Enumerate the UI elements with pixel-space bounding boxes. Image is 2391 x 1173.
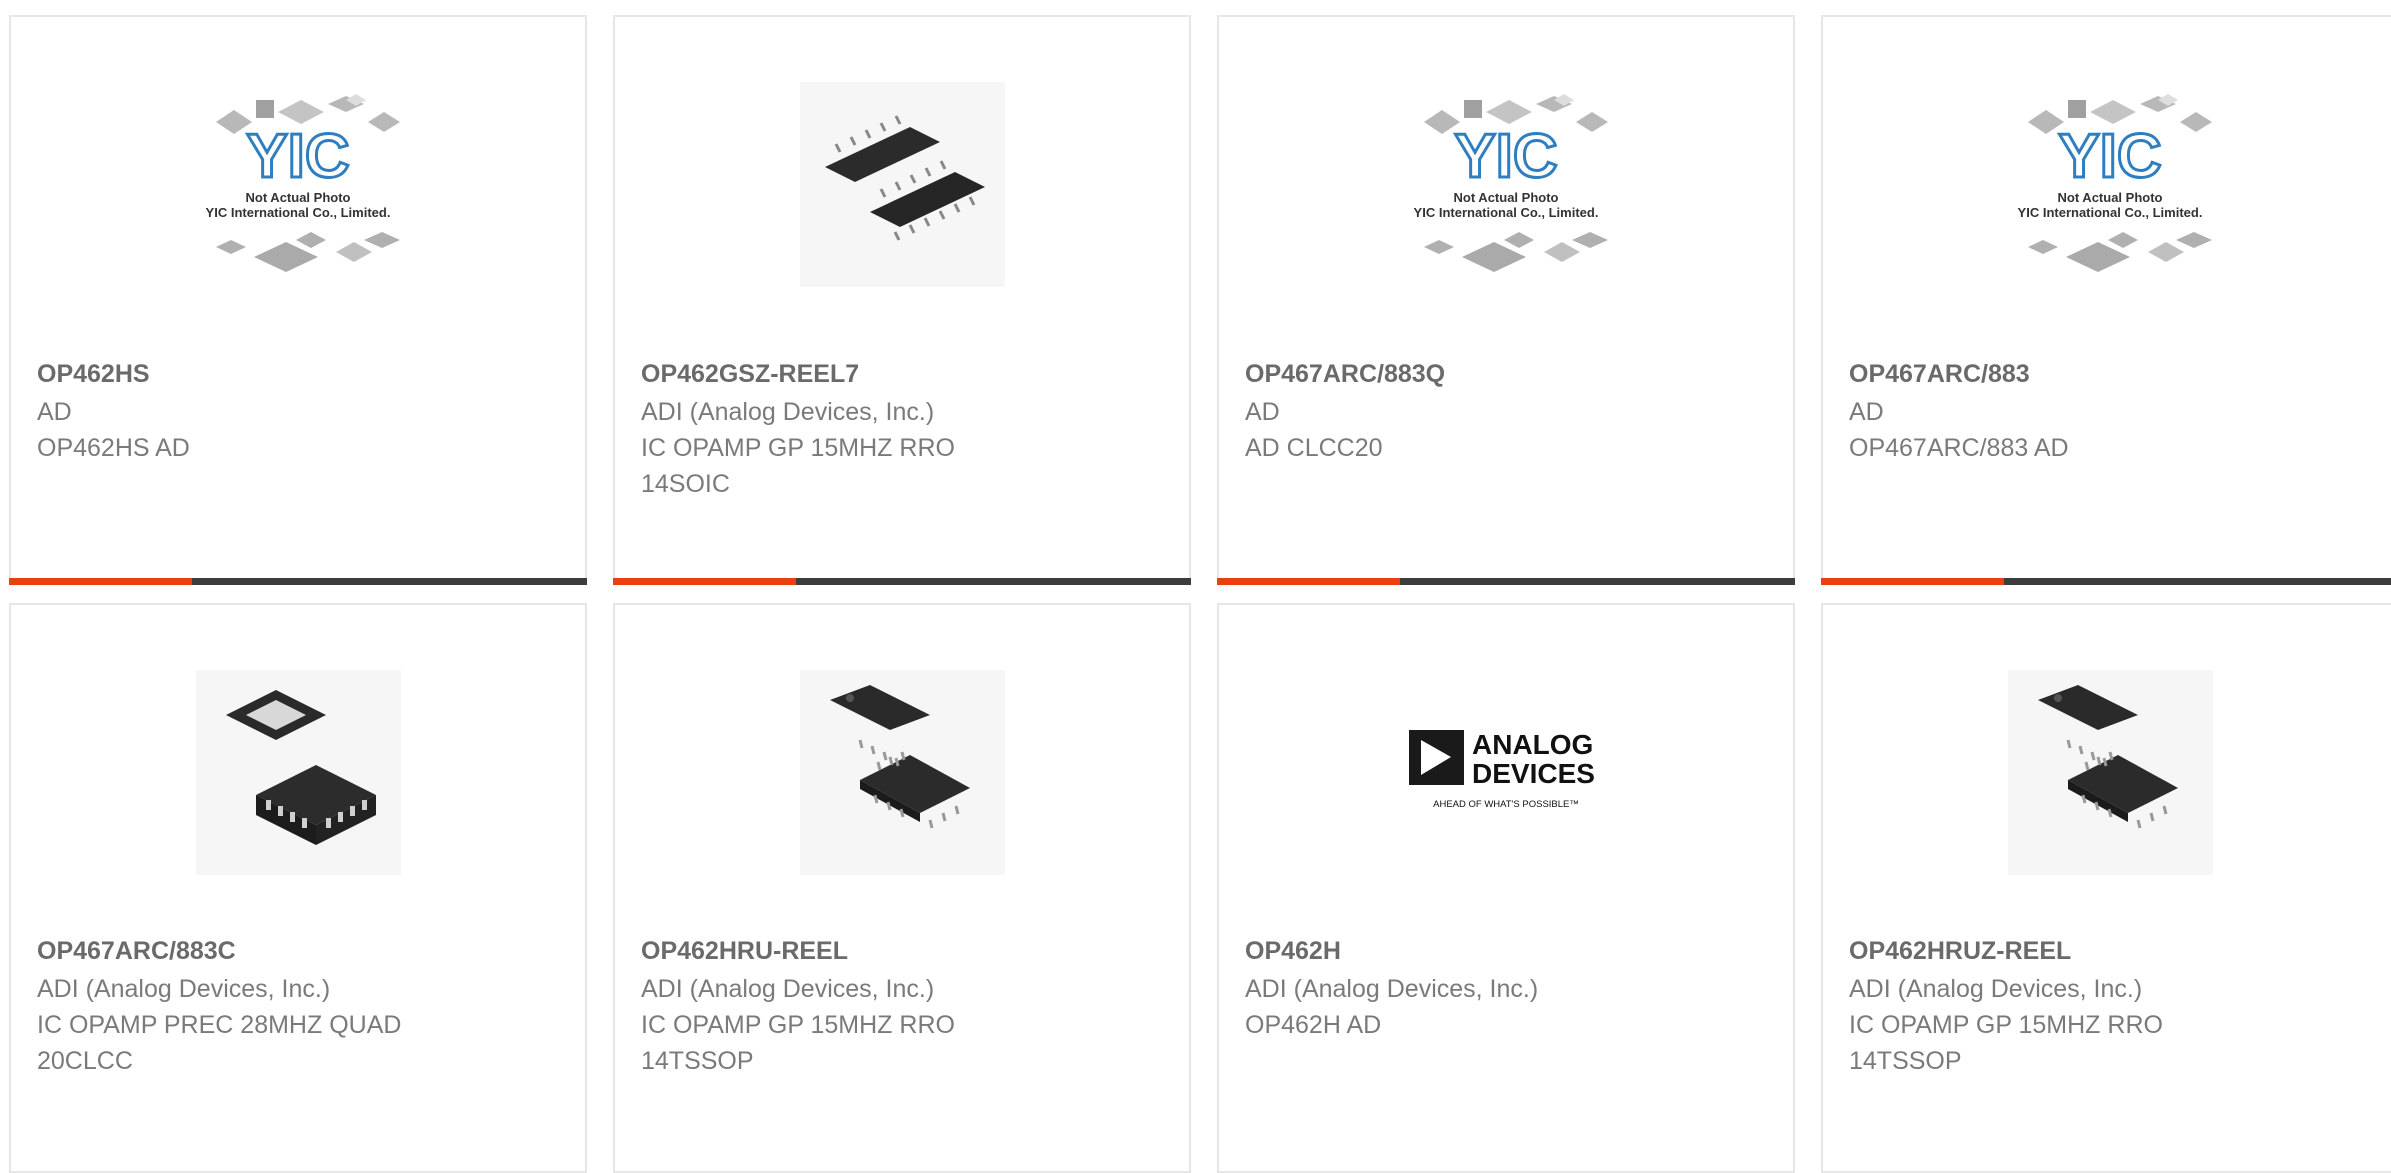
- yic-placeholder-icon: YIC Not Actual Photo YIC International C…: [1414, 94, 1608, 272]
- description-line: 14TSSOP: [641, 1047, 754, 1075]
- product-card[interactable]: YIC Not Actual Photo YIC International C…: [9, 15, 587, 585]
- product-image[interactable]: ANALOG DEVICES AHEAD OF WHAT'S POSSIBLE™: [1404, 670, 1609, 875]
- svg-text:ANALOG: ANALOG: [1472, 729, 1593, 760]
- card-accent-bar: [1821, 578, 2391, 585]
- part-number[interactable]: OP467ARC/883: [1849, 360, 2030, 389]
- product-image[interactable]: [196, 670, 401, 875]
- part-number[interactable]: OP462HRUZ-REEL: [1849, 937, 2071, 966]
- manufacturer: ADI (Analog Devices, Inc.): [37, 975, 331, 1003]
- svg-text:YIC International Co., Limited: YIC International Co., Limited.: [206, 205, 391, 220]
- product-image[interactable]: [800, 82, 1005, 287]
- svg-text:YIC: YIC: [246, 122, 349, 191]
- product-card[interactable]: OP462GSZ-REEL7 ADI (Analog Devices, Inc.…: [613, 15, 1191, 585]
- tssop-chip-icon: [2038, 685, 2178, 829]
- product-image[interactable]: YIC Not Actual Photo YIC International C…: [196, 82, 401, 287]
- svg-text:Not Actual Photo: Not Actual Photo: [2058, 190, 2163, 205]
- soic-chip-icon: [825, 115, 985, 241]
- product-image[interactable]: YIC Not Actual Photo YIC International C…: [1404, 82, 1609, 287]
- manufacturer: ADI (Analog Devices, Inc.): [1849, 975, 2143, 1003]
- part-number[interactable]: OP467ARC/883Q: [1245, 360, 1445, 389]
- description-line: IC OPAMP GP 15MHZ RRO: [641, 1011, 955, 1039]
- tssop-chip-icon: [830, 685, 970, 829]
- product-card[interactable]: ANALOG DEVICES AHEAD OF WHAT'S POSSIBLE™…: [1217, 603, 1795, 1173]
- product-image[interactable]: [2008, 670, 2213, 875]
- product-card[interactable]: OP462HRUZ-REEL ADI (Analog Devices, Inc.…: [1821, 603, 2391, 1173]
- product-card[interactable]: OP462HRU-REEL ADI (Analog Devices, Inc.)…: [613, 603, 1191, 1173]
- part-number[interactable]: OP462GSZ-REEL7: [641, 360, 859, 389]
- card-accent-bar: [1217, 578, 1795, 585]
- svg-text:YIC International Co., Limited: YIC International Co., Limited.: [1414, 205, 1599, 220]
- card-accent-bar: [613, 578, 1191, 585]
- description-line: 14TSSOP: [1849, 1047, 1962, 1075]
- yic-placeholder-icon: YIC Not Actual Photo YIC International C…: [2018, 94, 2212, 272]
- manufacturer: AD: [37, 398, 72, 426]
- description-line: 20CLCC: [37, 1047, 133, 1075]
- description-line: 14SOIC: [641, 470, 730, 498]
- product-card[interactable]: OP467ARC/883C ADI (Analog Devices, Inc.)…: [9, 603, 587, 1173]
- manufacturer: AD: [1849, 398, 1884, 426]
- manufacturer: AD: [1245, 398, 1280, 426]
- description-line: OP462H AD: [1245, 1011, 1382, 1039]
- product-image[interactable]: YIC Not Actual Photo YIC International C…: [2008, 82, 2213, 287]
- manufacturer: ADI (Analog Devices, Inc.): [641, 975, 935, 1003]
- part-number[interactable]: OP462H: [1245, 937, 1341, 966]
- part-number[interactable]: OP462HRU-REEL: [641, 937, 848, 966]
- svg-text:YIC: YIC: [1454, 122, 1557, 191]
- manufacturer: ADI (Analog Devices, Inc.): [1245, 975, 1539, 1003]
- product-card[interactable]: YIC Not Actual Photo YIC International C…: [1821, 15, 2391, 585]
- analog-devices-logo-icon: ANALOG DEVICES AHEAD OF WHAT'S POSSIBLE™: [1409, 729, 1595, 810]
- description-line: OP462HS AD: [37, 434, 190, 462]
- svg-text:YIC International Co., Limited: YIC International Co., Limited.: [2018, 205, 2203, 220]
- product-image[interactable]: [800, 670, 1005, 875]
- yic-placeholder-icon: YIC Not Actual Photo YIC International C…: [206, 94, 400, 272]
- svg-text:AHEAD OF WHAT'S POSSIBLE™: AHEAD OF WHAT'S POSSIBLE™: [1433, 799, 1579, 810]
- description-line: AD CLCC20: [1245, 434, 1383, 462]
- part-number[interactable]: OP462HS: [37, 360, 150, 389]
- svg-text:Not Actual Photo: Not Actual Photo: [246, 190, 351, 205]
- card-accent-bar: [9, 578, 587, 585]
- manufacturer: ADI (Analog Devices, Inc.): [641, 398, 935, 426]
- description-line: IC OPAMP PREC 28MHZ QUAD: [37, 1011, 402, 1039]
- part-number[interactable]: OP467ARC/883C: [37, 937, 236, 966]
- clcc-chip-icon: [226, 690, 376, 845]
- svg-text:DEVICES: DEVICES: [1472, 758, 1595, 789]
- svg-text:YIC: YIC: [2058, 122, 2161, 191]
- svg-text:Not Actual Photo: Not Actual Photo: [1454, 190, 1559, 205]
- description-line: IC OPAMP GP 15MHZ RRO: [1849, 1011, 2163, 1039]
- product-card[interactable]: YIC Not Actual Photo YIC International C…: [1217, 15, 1795, 585]
- description-line: IC OPAMP GP 15MHZ RRO: [641, 434, 955, 462]
- description-line: OP467ARC/883 AD: [1849, 434, 2069, 462]
